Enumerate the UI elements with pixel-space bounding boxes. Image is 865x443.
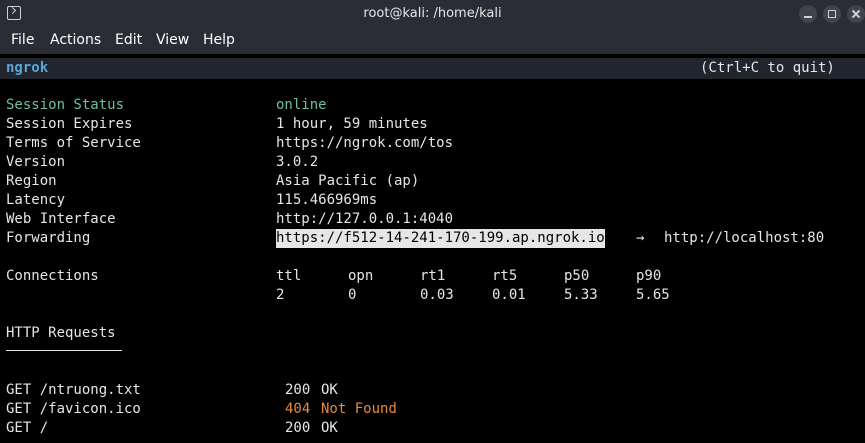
request-row-status: OK [321, 382, 338, 398]
http-requests-divider [6, 350, 122, 351]
conn-header-p90: p90 [636, 268, 662, 284]
region-value: Asia Pacific (ap) [276, 173, 420, 189]
conn-value-p90: 5.65 [636, 287, 670, 303]
menu-file[interactable]: File [11, 32, 34, 48]
request-row-path: GET /favicon.ico [6, 401, 141, 417]
version-value: 3.0.2 [276, 154, 319, 170]
status-label: Session Status [6, 97, 125, 113]
request-row-code: 200 [285, 382, 311, 398]
conn-header-rt1: rt1 [420, 268, 446, 284]
request-row-code: 404 [285, 401, 311, 417]
menu-edit[interactable]: Edit [115, 32, 142, 48]
http-requests-title: HTTP Requests [6, 325, 116, 341]
conn-value-opn: 0 [348, 287, 357, 303]
conn-value-rt1: 0.03 [420, 287, 454, 303]
expires-value: 1 hour, 59 minutes [276, 116, 428, 132]
latency-value: 115.466969ms [276, 192, 378, 208]
maximize-icon[interactable] [823, 5, 841, 23]
request-row-path: GET / [6, 420, 49, 436]
connections-label: Connections [6, 268, 99, 284]
ngrok-brand: ngrok [6, 60, 49, 76]
menu-bar: File Actions Edit View Help [0, 28, 865, 54]
request-row-code: 200 [285, 420, 311, 436]
request-row-status: OK [321, 420, 338, 436]
forwarding-target: http://localhost:80 [664, 230, 825, 246]
conn-header-p50: p50 [564, 268, 590, 284]
tos-value: https://ngrok.com/tos [276, 135, 454, 151]
title-bar: root@kali: /home/kali [0, 0, 865, 28]
conn-value-p50: 5.33 [564, 287, 598, 303]
conn-header-rt5: rt5 [492, 268, 518, 284]
menu-view[interactable]: View [156, 32, 189, 48]
menu-actions[interactable]: Actions [50, 32, 101, 48]
close-icon[interactable] [847, 5, 865, 23]
forwarding-arrow-icon: → [636, 230, 645, 246]
web-interface-label: Web Interface [6, 211, 116, 227]
forwarding-label: Forwarding [6, 230, 91, 246]
web-interface-value: http://127.0.0.1:4040 [276, 211, 454, 227]
expires-label: Session Expires [6, 116, 133, 132]
request-row-path: GET /ntruong.txt [6, 382, 141, 398]
minimize-icon[interactable] [799, 5, 817, 23]
menu-help[interactable]: Help [203, 32, 235, 48]
tos-label: Terms of Service [6, 135, 141, 151]
window-title: root@kali: /home/kali [363, 6, 502, 21]
forwarding-url[interactable]: https://f512-14-241-170-199.ap.ngrok.io [276, 229, 605, 248]
conn-value-rt5: 0.01 [492, 287, 526, 303]
conn-header-opn: opn [348, 268, 374, 284]
conn-header-ttl: ttl [276, 268, 302, 284]
status-value: online [276, 97, 327, 113]
quit-hint: (Ctrl+C to quit) [700, 60, 835, 76]
conn-value-ttl: 2 [276, 287, 285, 303]
region-label: Region [6, 173, 57, 189]
request-row-status: Not Found [321, 401, 397, 417]
version-label: Version [6, 154, 66, 170]
latency-label: Latency [6, 192, 66, 208]
